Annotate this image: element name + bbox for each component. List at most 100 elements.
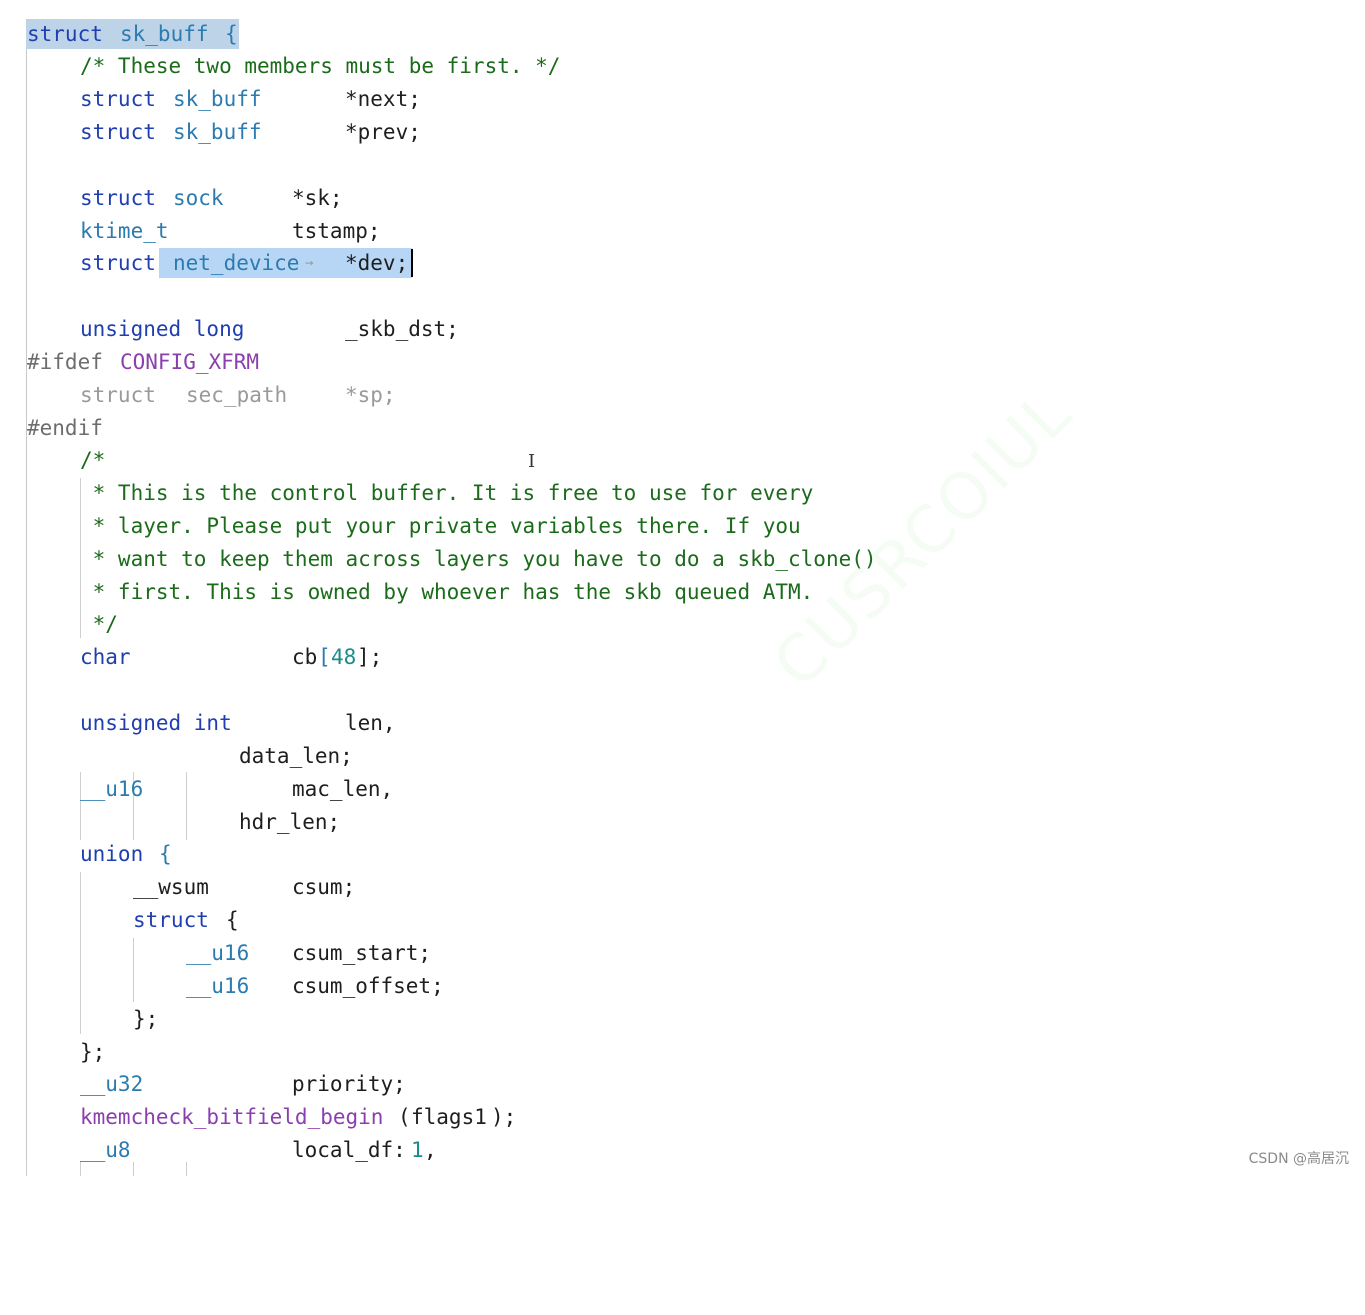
comment-token: */ <box>80 612 118 636</box>
identifier-token: priority; <box>292 1072 406 1096</box>
code-line-22[interactable]: hdr_len; <box>0 807 340 837</box>
keyword-token: char <box>80 645 131 669</box>
keyword-token: struct <box>133 908 209 932</box>
code-line-23[interactable]: union { <box>0 839 172 869</box>
brace-token: { <box>225 22 238 46</box>
indent-guide <box>80 872 81 1034</box>
text-cursor <box>411 249 413 277</box>
code-line-29[interactable]: }; <box>0 1037 105 1067</box>
identifier-token: *dev; <box>345 251 409 275</box>
code-line-15[interactable]: * want to keep them across layers you ha… <box>0 544 877 574</box>
code-line-5[interactable]: struct sock *sk; <box>0 183 343 213</box>
keyword-token: struct <box>80 251 156 275</box>
identifier-token: csum; <box>292 875 356 899</box>
code-line-31[interactable]: kmemcheck_bitfield_begin ( flags1 ); <box>0 1102 516 1132</box>
code-line-24[interactable]: __wsum csum; <box>0 872 355 902</box>
code-line-4[interactable]: struct sk_buff *prev; <box>0 117 421 147</box>
code-line-28[interactable]: }; <box>0 1004 158 1034</box>
code-line-10[interactable]: struct sec_path *sp; <box>0 380 396 410</box>
type-token: sk_buff <box>173 120 262 144</box>
identifier-token: cb <box>292 645 318 669</box>
indent-guide <box>133 938 134 1002</box>
type-token: sec_path <box>186 383 288 407</box>
code-line-18[interactable]: char cb [ 48 ]; <box>0 642 382 672</box>
keyword-token: struct <box>27 22 103 46</box>
type-token: sk_buff <box>173 87 262 111</box>
indent-guide <box>133 1162 134 1176</box>
identifier-token: *next; <box>345 87 421 111</box>
type-token: __u16 <box>186 974 250 998</box>
type-token: __u16 <box>186 941 250 965</box>
identifier-token: csum_offset; <box>292 974 444 998</box>
bracket-token: [ <box>318 645 331 669</box>
comment-token: /* <box>80 448 106 472</box>
paren-token: ); <box>491 1105 517 1129</box>
code-line-6[interactable]: ktime_t tstamp; <box>0 216 381 246</box>
code-editor[interactable]: struct sk_buff { /* These two members mu… <box>0 0 1365 1176</box>
preprocessor-token: #endif <box>27 416 103 440</box>
macro-token: CONFIG_XFRM <box>120 350 260 374</box>
code-line-11[interactable]: #endif <box>0 413 103 443</box>
punct-token: , <box>424 1138 437 1162</box>
brace-token: { <box>159 842 172 866</box>
type-token: sock <box>173 186 224 210</box>
comment-token: * want to keep them across layers you ha… <box>80 547 877 571</box>
brace-token: }; <box>80 1040 106 1064</box>
identifier-token: local_df: <box>292 1138 406 1162</box>
identifier-token: hdr_len; <box>239 810 341 834</box>
source-credit: CSDN @高居沉 <box>1248 1151 1349 1167</box>
macro-token: kmemcheck_bitfield_begin <box>80 1105 384 1129</box>
code-line-30[interactable]: __u32 priority; <box>0 1069 406 1099</box>
identifier-token: data_len; <box>239 744 353 768</box>
code-line-25[interactable]: struct { <box>0 905 239 935</box>
comment-token: * layer. Please put your private variabl… <box>80 514 801 538</box>
code-line-8[interactable]: unsigned long _skb_dst; <box>0 314 459 344</box>
watermark: CUSRCOIUL <box>760 375 1087 703</box>
tab-arrow-icon: → <box>305 255 314 271</box>
comment-token: * This is the control buffer. It is free… <box>80 481 814 505</box>
number-token: 1 <box>411 1138 424 1162</box>
mouse-ibeam-cursor-icon: I <box>528 451 536 472</box>
keyword-token: struct <box>80 186 156 210</box>
punct-token: ]; <box>357 645 383 669</box>
code-line-21[interactable]: __u16 mac_len, <box>0 774 393 804</box>
keyword-token: struct <box>80 120 156 144</box>
type-token: ktime_t <box>80 219 169 243</box>
paren-token: ( <box>398 1105 411 1129</box>
code-line-3[interactable]: struct sk_buff *next; <box>0 84 421 114</box>
preprocessor-token: #ifdef <box>27 350 103 374</box>
identifier-token: tstamp; <box>292 219 381 243</box>
code-line-14[interactable]: * layer. Please put your private variabl… <box>0 511 801 541</box>
type-token: sk_buff <box>120 22 209 46</box>
type-token: __u16 <box>80 777 144 801</box>
code-line-1[interactable]: struct sk_buff { <box>0 19 238 49</box>
indent-guide <box>186 772 187 840</box>
code-line-13[interactable]: * This is the control buffer. It is free… <box>0 478 814 508</box>
identifier-token: *sk; <box>292 186 343 210</box>
code-line-9[interactable]: #ifdef CONFIG_XFRM <box>0 347 259 377</box>
code-line-20[interactable]: data_len; <box>0 741 353 771</box>
comment-token: * first. This is owned by whoever has th… <box>80 580 814 604</box>
keyword-token: unsigned long <box>80 317 245 341</box>
brace-token: { <box>226 908 239 932</box>
number-token: 48 <box>331 645 357 669</box>
code-line-7[interactable]: struct net_device → *dev; <box>0 248 408 278</box>
comment-token: /* These two members must be first. */ <box>80 54 561 78</box>
code-line-17[interactable]: */ <box>0 609 118 639</box>
code-line-12[interactable]: /* <box>0 445 105 475</box>
type-token: net_device <box>173 251 300 275</box>
keyword-token: struct <box>80 87 156 111</box>
code-line-32[interactable]: __u8 local_df: 1 , <box>0 1135 437 1165</box>
keyword-token: union <box>80 842 144 866</box>
identifier-token: flags1 <box>411 1105 487 1129</box>
identifier-token: *prev; <box>345 120 421 144</box>
code-line-16[interactable]: * first. This is owned by whoever has th… <box>0 577 814 607</box>
code-line-19[interactable]: unsigned int len, <box>0 708 396 738</box>
identifier-token: *sp; <box>345 383 396 407</box>
type-token: __u8 <box>80 1138 131 1162</box>
code-line-2[interactable]: /* These two members must be first. */ <box>0 51 560 81</box>
brace-token: }; <box>133 1007 159 1031</box>
identifier-token: _skb_dst; <box>345 317 459 341</box>
code-line-26[interactable]: __u16 csum_start; <box>0 938 431 968</box>
code-line-27[interactable]: __u16 csum_offset; <box>0 971 444 1001</box>
